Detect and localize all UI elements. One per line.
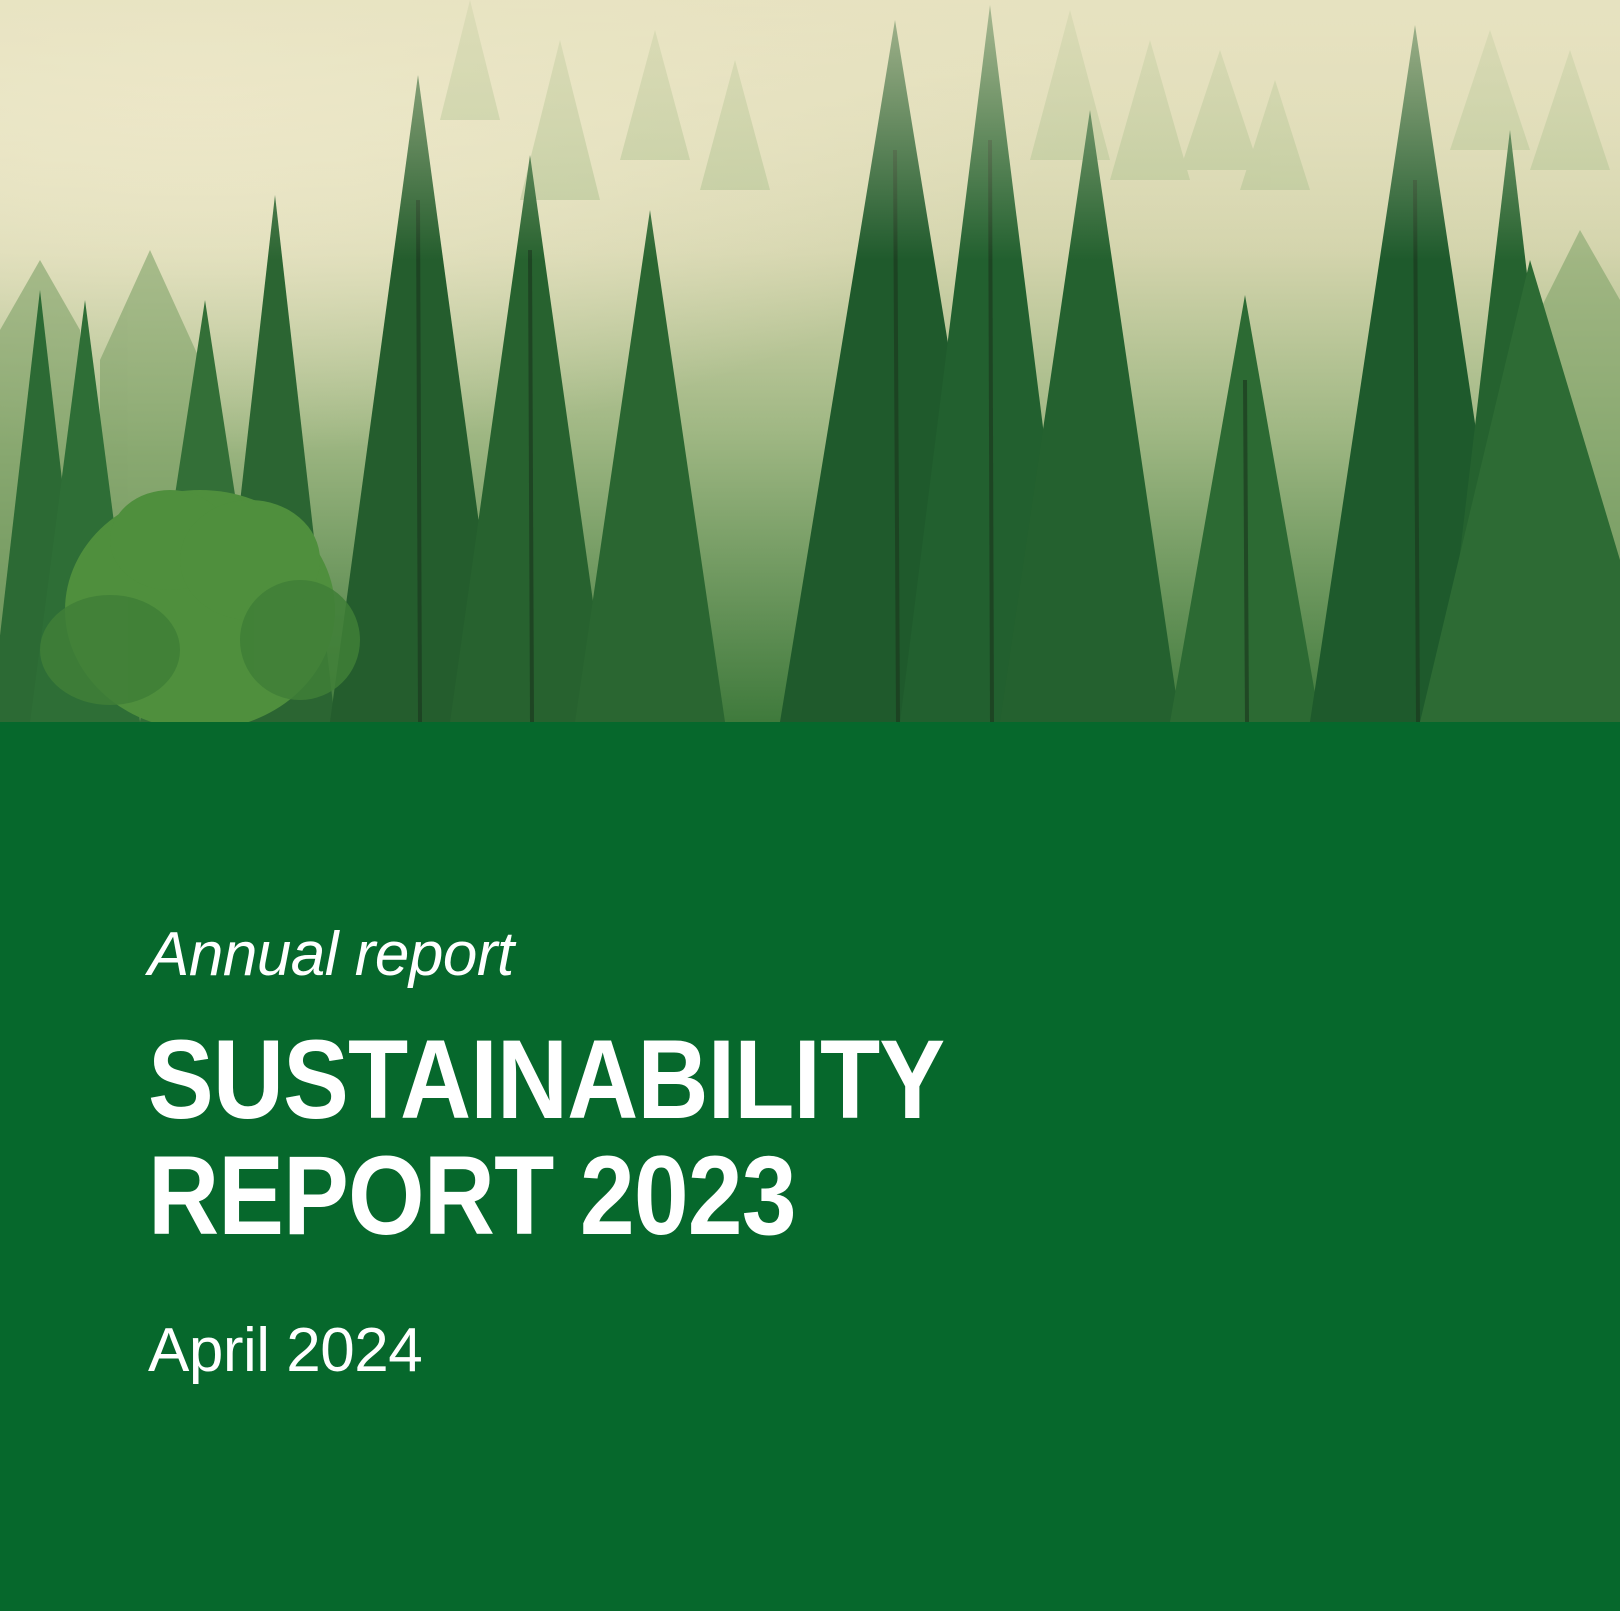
report-date: April 2024: [148, 1316, 423, 1385]
report-title: SUSTAINABILITY REPORT 2023: [148, 1017, 945, 1259]
report-subtitle: Annual report: [148, 920, 514, 989]
report-title-line-1: SUSTAINABILITY: [148, 1017, 945, 1142]
report-title-line-2: REPORT 2023: [148, 1133, 797, 1259]
report-cover: Annual report SUSTAINABILITY REPORT 2023…: [0, 0, 1620, 1611]
forest-photo: [0, 0, 1620, 722]
